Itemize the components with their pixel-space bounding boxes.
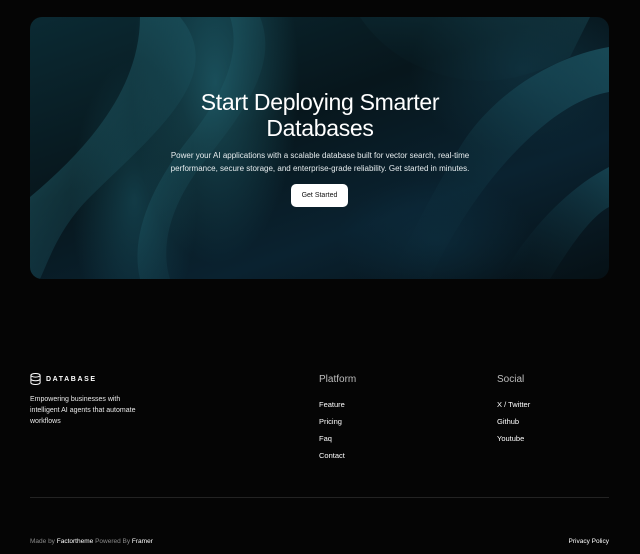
powered-by-prefix: Powered By (95, 538, 131, 545)
social-heading: Social (497, 374, 525, 385)
brand-description-line-3: workflows (30, 418, 61, 425)
footer-credit: Made by Factortheme Powered By Framer (30, 538, 153, 545)
hero-content: Start Deploying Smarter Databases Power … (30, 17, 609, 279)
footer-link-faq[interactable]: Faq (319, 434, 332, 443)
footer-link-contact[interactable]: Contact (319, 451, 345, 460)
platform-heading: Platform (319, 374, 357, 385)
footer-divider (30, 497, 609, 498)
hero-subtitle-line-2: performance, secure storage, and enterpr… (170, 163, 470, 173)
privacy-policy-link[interactable]: Privacy Policy (569, 538, 609, 545)
brand-description-line-2: intelligent AI agents that automate (30, 407, 136, 414)
hero-title-line-2: Databases (266, 115, 374, 141)
footer-link-youtube[interactable]: Youtube (497, 434, 524, 443)
hero-title-line-1: Start Deploying Smarter (200, 89, 440, 115)
hero-title: Start Deploying Smarter Databases (120, 89, 520, 141)
brand-name: DATABASE (46, 375, 97, 383)
factortheme-link[interactable]: Factortheme (57, 538, 94, 545)
get-started-button[interactable]: Get Started (291, 184, 348, 207)
brand-description: Empowering businesses with intelligent A… (30, 394, 150, 427)
footer-link-feature[interactable]: Feature (319, 400, 345, 409)
framer-link[interactable]: Framer (132, 538, 153, 545)
brand-description-line-1: Empowering businesses with (30, 396, 121, 403)
hero-subtitle: Power your AI applications with a scalab… (160, 150, 480, 175)
footer-link-github[interactable]: Github (497, 417, 519, 426)
cta-hero-card: Start Deploying Smarter Databases Power … (30, 17, 609, 279)
database-icon (30, 373, 41, 385)
footer-link-pricing[interactable]: Pricing (319, 417, 342, 426)
footer-brand[interactable]: DATABASE (30, 373, 97, 385)
hero-subtitle-line-1: Power your AI applications with a scalab… (170, 151, 470, 160)
footer-link-x-twitter[interactable]: X / Twitter (497, 400, 530, 409)
made-by-prefix: Made by (30, 538, 55, 545)
